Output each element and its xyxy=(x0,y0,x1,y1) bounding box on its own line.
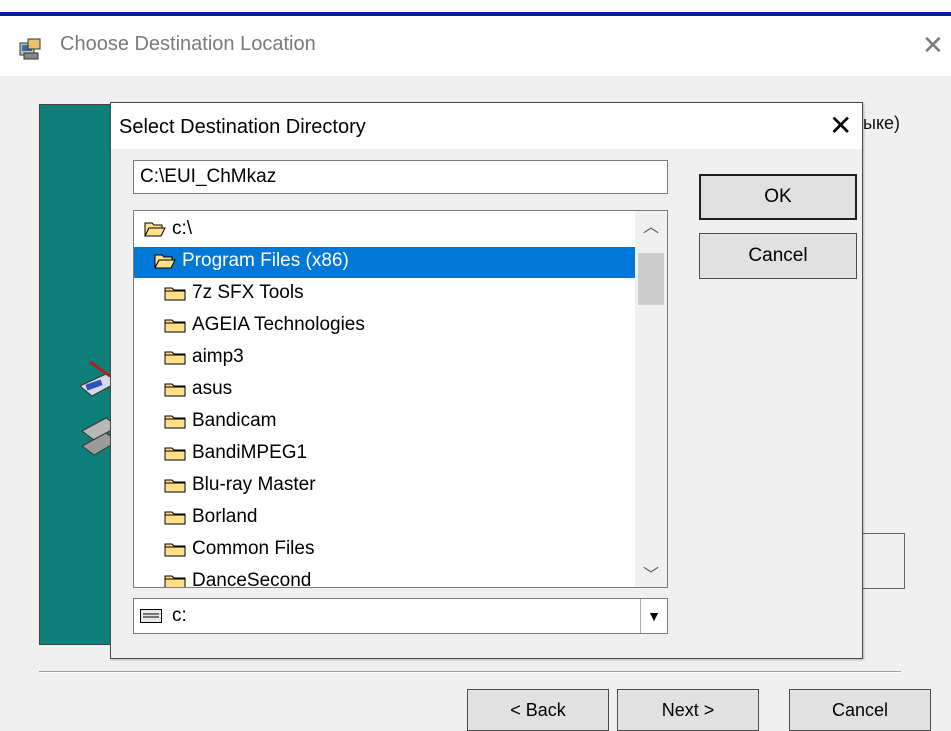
folder-row[interactable]: BandiMPEG1 xyxy=(134,439,635,470)
dialog-cancel-button[interactable]: Cancel xyxy=(699,233,857,279)
drive-select-value: c: xyxy=(172,605,187,626)
open-folder-icon xyxy=(144,221,166,237)
folder-row[interactable]: Blu-ray Master xyxy=(134,471,635,502)
folder-row-label: Program Files (x86) xyxy=(182,250,349,271)
folder-row-label: c:\ xyxy=(172,218,193,239)
ok-button-label: OK xyxy=(764,186,792,207)
wizard-cancel-label: Cancel xyxy=(831,699,889,720)
folder-icon xyxy=(164,413,186,429)
select-directory-dialog: Select Destination Directory ✕ c:\ Progra… xyxy=(110,102,863,659)
folder-row-label: 7z SFX Tools xyxy=(192,282,304,303)
dialog-close-icon[interactable]: ✕ xyxy=(829,109,852,142)
folder-row[interactable]: DanceSecond xyxy=(134,567,635,588)
folder-list[interactable]: c:\ Program Files (x86) 7z SFX Tools AGEIA … xyxy=(133,210,668,588)
drive-icon xyxy=(140,609,162,623)
next-button[interactable]: Next > xyxy=(617,689,759,731)
folder-row[interactable]: Common Files xyxy=(134,535,635,566)
wizard-title: Choose Destination Location xyxy=(60,33,316,55)
dropdown-arrow-icon[interactable]: ▼ xyxy=(640,599,667,633)
wizard-close-icon[interactable]: ✕ xyxy=(922,30,944,61)
dialog-title: Select Destination Directory xyxy=(119,116,366,138)
scroll-thumb[interactable] xyxy=(638,253,664,305)
wizard-title-bar: Choose Destination Location ✕ xyxy=(0,16,951,76)
dialog-cancel-label: Cancel xyxy=(748,245,808,266)
folder-row[interactable]: AGEIA Technologies xyxy=(134,311,635,342)
folder-row-label: DanceSecond xyxy=(192,570,312,588)
folder-row-label: Common Files xyxy=(192,538,315,559)
scroll-down-icon[interactable]: ﹀ xyxy=(635,559,667,587)
folder-row[interactable]: c:\ xyxy=(134,215,635,246)
folder-row[interactable]: 7z SFX Tools xyxy=(134,279,635,310)
folder-row-label: BandiMPEG1 xyxy=(192,442,308,463)
wizard-cancel-button[interactable]: Cancel xyxy=(789,689,931,731)
folder-icon xyxy=(164,541,186,557)
back-button[interactable]: < Back xyxy=(467,689,609,731)
open-folder-icon xyxy=(154,253,176,269)
folder-row[interactable]: Borland xyxy=(134,503,635,534)
folder-row-label: Blu-ray Master xyxy=(192,474,316,495)
folder-list-rows: c:\ Program Files (x86) 7z SFX Tools AGEIA … xyxy=(134,211,635,588)
scroll-up-icon[interactable]: ︿ xyxy=(635,211,667,239)
folder-row-label: Bandicam xyxy=(192,410,277,431)
folder-icon xyxy=(164,445,186,461)
folder-list-scrollbar[interactable]: ︿ ﹀ xyxy=(635,211,667,587)
dialog-title-bar: Select Destination Directory ✕ xyxy=(111,103,862,149)
folder-row[interactable]: asus xyxy=(134,375,635,406)
next-button-label: Next > xyxy=(661,699,715,720)
folder-icon xyxy=(164,573,186,587)
folder-row-label: Borland xyxy=(192,506,258,527)
path-input[interactable] xyxy=(133,160,668,194)
folder-row-label: aimp3 xyxy=(192,346,244,367)
ok-button[interactable]: OK xyxy=(699,174,857,220)
wizard-text-fragment: ыке) xyxy=(863,113,901,133)
folder-icon xyxy=(164,349,186,365)
folder-icon xyxy=(164,381,186,397)
folder-icon xyxy=(164,317,186,333)
folder-row[interactable]: Bandicam xyxy=(134,407,635,438)
setup-icon xyxy=(19,38,41,60)
folder-icon xyxy=(164,477,186,493)
folder-icon xyxy=(164,509,186,525)
folder-icon xyxy=(164,285,186,301)
wizard-divider-highlight xyxy=(39,672,901,673)
browse-button[interactable] xyxy=(862,533,905,589)
folder-row-label: AGEIA Technologies xyxy=(192,314,365,335)
back-button-label: < Back xyxy=(510,699,566,720)
folder-row[interactable]: aimp3 xyxy=(134,343,635,374)
drive-select[interactable]: c: ▼ xyxy=(133,598,668,634)
folder-row[interactable]: Program Files (x86) xyxy=(134,247,635,278)
folder-row-label: asus xyxy=(192,378,233,399)
